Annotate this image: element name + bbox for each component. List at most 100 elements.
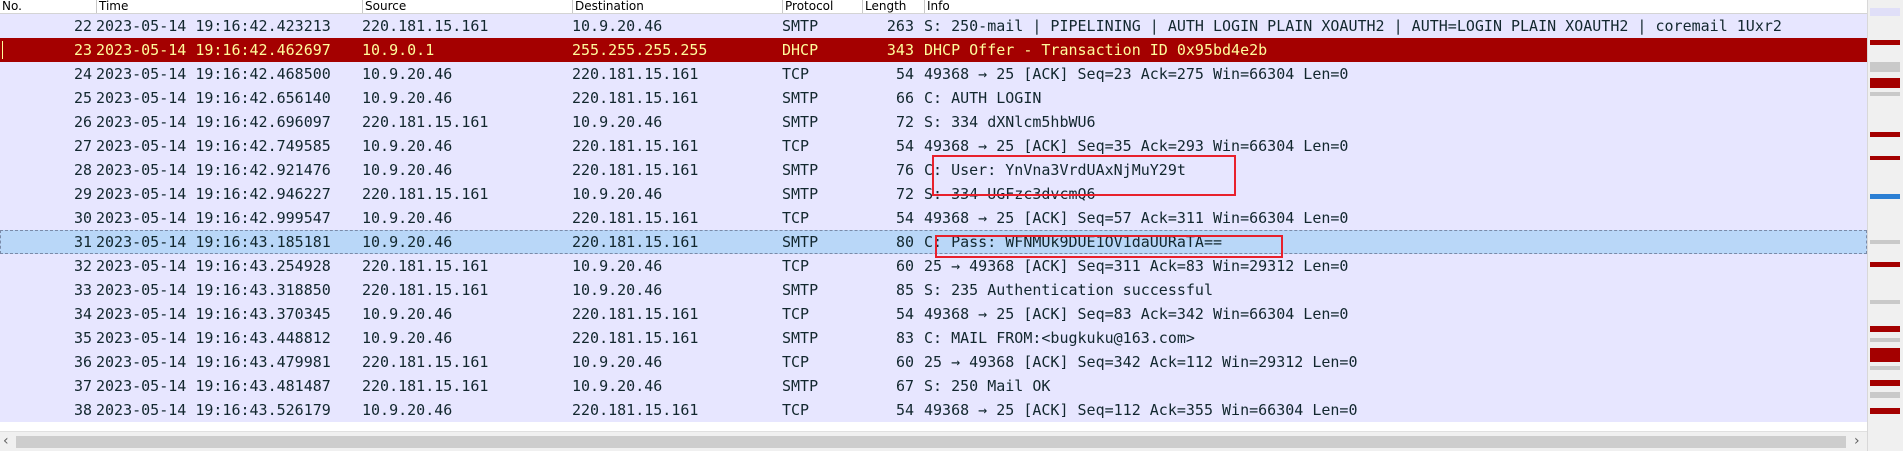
packet-row[interactable]: 34 2023-05-14 19:16:43.370345 10.9.20.46 22… (0, 302, 1867, 326)
packet-row[interactable]: 35 2023-05-14 19:16:43.448812 10.9.20.46 22… (0, 326, 1867, 350)
packet-info-cell: 49368 → 25 [ACK] Seq=57 Ack=311 Win=6630… (924, 209, 1349, 227)
minimap-mark (1870, 62, 1900, 72)
packet-time-cell: 2023-05-14 19:16:42.999547 (96, 209, 331, 227)
packet-row[interactable]: 23 2023-05-14 19:16:42.462697 10.9.0.1 255.… (0, 38, 1867, 62)
packet-info-cell: S: 235 Authentication successful (924, 281, 1213, 299)
packet-protocol-cell: SMTP (782, 233, 819, 251)
packet-row[interactable]: 25 2023-05-14 19:16:42.656140 10.9.20.46 22… (0, 86, 1867, 110)
packet-protocol-cell: SMTP (782, 377, 819, 395)
minimap-mark (1870, 366, 1900, 370)
packet-protocol-cell: DHCP (782, 41, 819, 59)
packet-row[interactable]: 31 2023-05-14 19:16:43.185181 10.9.20.46 22… (0, 230, 1867, 254)
packet-row[interactable]: 22 2023-05-14 19:16:42.423213 220.181.15.1… (0, 14, 1867, 38)
packet-source-cell: 220.181.15.161 (362, 281, 489, 299)
column-destination[interactable]: Destination (572, 0, 781, 13)
packet-no-cell: 34 (73, 305, 92, 323)
minimap-mark (1870, 338, 1900, 342)
horizontal-scroll-thumb[interactable] (16, 436, 1846, 448)
minimap-mark (1870, 348, 1900, 362)
packet-info-cell: 49368 → 25 [ACK] Seq=83 Ack=342 Win=6630… (924, 305, 1349, 323)
packet-row[interactable]: 37 2023-05-14 19:16:43.481487 220.181.15.1… (0, 374, 1867, 398)
minimap-mark (1870, 300, 1900, 304)
packet-source-cell: 220.181.15.161 (362, 17, 489, 35)
packet-info-cell: 49368 → 25 [ACK] Seq=23 Ack=275 Win=6630… (924, 65, 1349, 83)
column-info[interactable]: Info (924, 0, 1827, 13)
packet-destination-cell: 10.9.20.46 (572, 353, 663, 371)
column-protocol[interactable]: Protocol (782, 0, 861, 13)
packet-time-cell: 2023-05-14 19:16:43.448812 (96, 329, 331, 347)
vertical-scrollbar-minimap[interactable] (1867, 0, 1903, 451)
packet-length-cell: 54 (895, 137, 914, 155)
packet-protocol-cell: SMTP (782, 185, 819, 203)
packet-no-cell: 35 (73, 329, 92, 347)
packet-time-cell: 2023-05-14 19:16:43.318850 (96, 281, 331, 299)
column-time[interactable]: Time (96, 0, 361, 13)
packet-destination-cell: 220.181.15.161 (572, 65, 699, 83)
packet-row[interactable]: 36 2023-05-14 19:16:43.479981 220.181.15.1… (0, 350, 1867, 374)
packet-protocol-cell: SMTP (782, 281, 819, 299)
packet-length-cell: 67 (895, 377, 914, 395)
packet-no-cell: 26 (73, 113, 92, 131)
packet-no-cell: 29 (73, 185, 92, 203)
scroll-right-arrow-icon[interactable]: › (1854, 433, 1860, 449)
packet-time-cell: 2023-05-14 19:16:43.185181 (96, 233, 331, 251)
packet-protocol-cell: TCP (782, 401, 810, 419)
minimap-mark (1870, 8, 1900, 16)
packet-info-cell: 49368 → 25 [ACK] Seq=112 Ack=355 Win=663… (924, 401, 1358, 419)
packet-destination-cell: 220.181.15.161 (572, 209, 699, 227)
packet-time-cell: 2023-05-14 19:16:43.254928 (96, 257, 331, 275)
packet-length-cell: 72 (895, 113, 914, 131)
packet-time-cell: 2023-05-14 19:16:42.423213 (96, 17, 331, 35)
column-length[interactable]: Length (862, 0, 923, 13)
minimap-mark (1870, 326, 1900, 332)
column-no[interactable]: No. (2, 0, 94, 13)
packet-row[interactable]: 38 2023-05-14 19:16:43.526179 10.9.20.46 22… (0, 398, 1867, 422)
packet-length-cell: 343 (886, 41, 914, 59)
minimap-viewport (1870, 194, 1900, 199)
minimap-mark (1870, 262, 1900, 267)
packet-length-cell: 54 (895, 305, 914, 323)
packet-row[interactable]: 30 2023-05-14 19:16:42.999547 10.9.20.46 22… (0, 206, 1867, 230)
packet-length-cell: 83 (895, 329, 914, 347)
packet-destination-cell: 10.9.20.46 (572, 185, 663, 203)
packet-source-cell: 220.181.15.161 (362, 185, 489, 203)
packet-time-cell: 2023-05-14 19:16:42.921476 (96, 161, 331, 179)
packet-source-cell: 10.9.20.46 (362, 209, 453, 227)
annotation-box-pass (935, 235, 1283, 258)
packet-source-cell: 10.9.20.46 (362, 401, 453, 419)
packet-time-cell: 2023-05-14 19:16:43.481487 (96, 377, 331, 395)
packet-time-cell: 2023-05-14 19:16:42.696097 (96, 113, 331, 131)
packet-time-cell: 2023-05-14 19:16:43.479981 (96, 353, 331, 371)
minimap-mark (1870, 132, 1900, 137)
packet-destination-cell: 220.181.15.161 (572, 161, 699, 179)
packet-row[interactable]: 32 2023-05-14 19:16:43.254928 220.181.15.1… (0, 254, 1867, 278)
packet-protocol-cell: SMTP (782, 17, 819, 35)
packet-protocol-cell: SMTP (782, 113, 819, 131)
packet-protocol-cell: TCP (782, 305, 810, 323)
packet-source-cell: 10.9.20.46 (362, 233, 453, 251)
packet-info-cell: S: 334 dXNlcm5hbWU6 (924, 113, 1096, 131)
packet-info-cell: 25 → 49368 [ACK] Seq=342 Ack=112 Win=293… (924, 353, 1358, 371)
packet-row[interactable]: 33 2023-05-14 19:16:43.318850 220.181.15.1… (0, 278, 1867, 302)
packet-destination-cell: 10.9.20.46 (572, 281, 663, 299)
packet-destination-cell: 220.181.15.161 (572, 401, 699, 419)
minimap-mark (1870, 40, 1900, 45)
packet-no-cell: 38 (73, 401, 92, 419)
packet-no-cell: 30 (73, 209, 92, 227)
packet-source-cell: 10.9.0.1 (362, 41, 435, 59)
packet-no-cell: 24 (73, 65, 92, 83)
packet-length-cell: 72 (895, 185, 914, 203)
packet-row[interactable]: 24 2023-05-14 19:16:42.468500 10.9.20.46 22… (0, 62, 1867, 86)
scroll-left-arrow-icon[interactable]: ‹ (3, 433, 9, 449)
column-source[interactable]: Source (362, 0, 571, 13)
packet-length-cell: 76 (895, 161, 914, 179)
packet-row[interactable]: 26 2023-05-14 19:16:42.696097 220.181.15.1… (0, 110, 1867, 134)
packet-destination-cell: 220.181.15.161 (572, 233, 699, 251)
packet-protocol-cell: SMTP (782, 161, 819, 179)
horizontal-scrollbar[interactable]: ‹ › (0, 431, 1867, 451)
packet-no-cell: 32 (73, 257, 92, 275)
packet-destination-cell: 10.9.20.46 (572, 257, 663, 275)
packet-source-cell: 10.9.20.46 (362, 161, 453, 179)
packet-destination-cell: 220.181.15.161 (572, 89, 699, 107)
packet-protocol-cell: TCP (782, 257, 810, 275)
